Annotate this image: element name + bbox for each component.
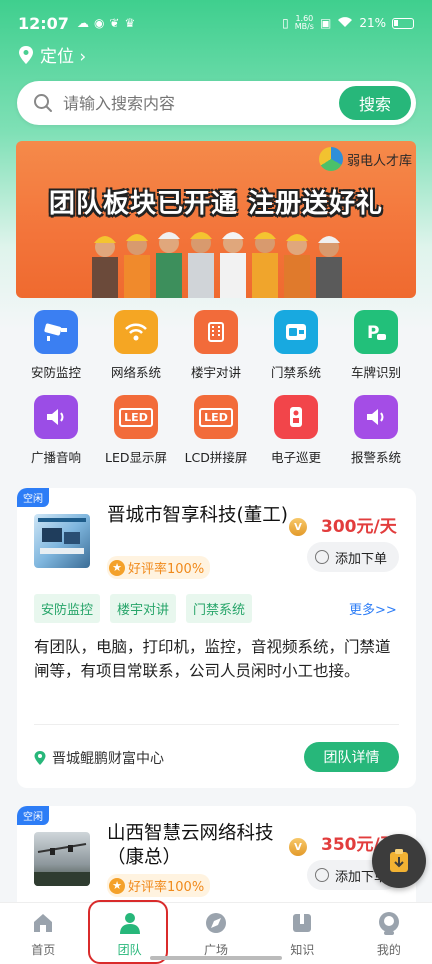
team-thumbnail bbox=[34, 832, 90, 886]
idle-status-tag: 空闲 bbox=[17, 488, 49, 507]
banner-brand: 弱电人才库 bbox=[318, 147, 412, 171]
card-reader-icon bbox=[274, 310, 318, 354]
skill-tag: 门禁系统 bbox=[186, 594, 253, 623]
skill-tags: 安防监控 楼宇对讲 门禁系统 bbox=[34, 594, 253, 623]
floating-clipboard-button[interactable] bbox=[372, 834, 426, 888]
book-icon bbox=[293, 914, 312, 932]
banner-brand-name: 弱电人才库 bbox=[346, 153, 412, 169]
category-access-control[interactable]: 门禁系统 bbox=[256, 310, 336, 381]
radio-icon bbox=[315, 550, 329, 564]
brand-logo-icon bbox=[318, 147, 343, 171]
parking-icon: P bbox=[354, 310, 398, 354]
patrol-device-icon bbox=[274, 395, 318, 439]
search-input[interactable] bbox=[63, 93, 339, 113]
add-order-button[interactable]: 添加下单 bbox=[307, 542, 399, 572]
battery-icon bbox=[392, 17, 414, 29]
search-button[interactable]: 搜索 bbox=[339, 86, 411, 120]
category-lcd-splicing[interactable]: LED LCD拼接屏 bbox=[176, 395, 256, 466]
tab-home[interactable]: 首页 bbox=[0, 903, 86, 964]
thumbs-up-icon: ★ bbox=[109, 877, 125, 894]
profile-icon bbox=[378, 912, 399, 935]
home-icon bbox=[34, 914, 53, 932]
wifi-signal-icon bbox=[337, 16, 353, 31]
clipboard-icon bbox=[390, 849, 408, 872]
category-broadcast-audio[interactable]: 广播音响 bbox=[16, 395, 96, 466]
team-thumbnail bbox=[34, 514, 90, 568]
leaf-icon: ❦ bbox=[109, 16, 120, 30]
speaker-icon bbox=[34, 395, 78, 439]
led-icon: LED bbox=[194, 395, 238, 439]
led-icon: LED bbox=[114, 395, 158, 439]
divider bbox=[34, 724, 399, 725]
rating-badge: ★ 好评率100% bbox=[107, 556, 211, 579]
highlight-annotation-box bbox=[88, 900, 168, 964]
category-building-intercom[interactable]: 楼宇对讲 bbox=[176, 310, 256, 381]
weibo-icon: ◉ bbox=[93, 16, 105, 30]
sim-icon: ▣ bbox=[319, 16, 332, 30]
category-led-display[interactable]: LED LED显示屏 bbox=[96, 395, 176, 466]
battery-percent: 21% bbox=[359, 16, 386, 30]
skill-tag: 楼宇对讲 bbox=[110, 594, 177, 623]
vip-icon: V bbox=[289, 838, 307, 856]
svg-text:P: P bbox=[367, 323, 379, 343]
team-card[interactable]: 空闲 晋城市智享科技(董工) ★ 好评率100% V 300元/天 添加下单 安… bbox=[17, 488, 416, 788]
vip-icon: V bbox=[289, 518, 307, 536]
company-name: 晋城市智享科技(董工) bbox=[107, 505, 288, 526]
workers-illustration bbox=[92, 232, 342, 298]
bottom-tab-bar: 首页 团队 广场 知识 我的 bbox=[0, 902, 432, 964]
network-speed: 1.60 MB/s bbox=[294, 14, 314, 31]
tab-profile[interactable]: 我的 bbox=[346, 903, 432, 964]
promo-banner[interactable]: 弱电人才库 团队板块已开通 注册送好礼 bbox=[16, 141, 416, 298]
skill-tag: 安防监控 bbox=[34, 594, 101, 623]
category-security-monitoring[interactable]: 安防监控 bbox=[16, 310, 96, 381]
location-pin-icon bbox=[19, 45, 33, 64]
camera-icon bbox=[34, 310, 78, 354]
team-detail-button[interactable]: 团队详情 bbox=[304, 742, 399, 772]
idle-status-tag: 空闲 bbox=[17, 806, 49, 825]
category-network-system[interactable]: 网络系统 bbox=[96, 310, 176, 381]
location-selector[interactable]: 定位 › bbox=[18, 42, 86, 67]
compass-icon bbox=[206, 913, 227, 933]
search-bar: 搜索 bbox=[17, 81, 416, 125]
crown-icon: ♛ bbox=[124, 16, 136, 30]
category-grid: 安防监控 网络系统 楼宇对讲 门禁系统 P 车牌识别 广播音响 LED LED显 bbox=[16, 310, 416, 466]
cloud-icon: ☁ bbox=[76, 16, 89, 30]
tab-plaza[interactable]: 广场 bbox=[173, 903, 259, 964]
wifi-icon bbox=[114, 310, 158, 354]
price: 300元/天 bbox=[321, 517, 397, 537]
home-indicator bbox=[150, 956, 282, 960]
status-bar: 12:07 ☁ ◉ ❦ ♛ ▯ 1.60 MB/s ▣ 21% bbox=[0, 0, 432, 46]
radio-icon bbox=[315, 868, 329, 882]
location-pin-icon bbox=[34, 751, 46, 765]
alarm-speaker-icon bbox=[354, 395, 398, 439]
search-icon bbox=[34, 94, 52, 112]
system-status-icons: ▯ 1.60 MB/s ▣ 21% bbox=[282, 15, 414, 31]
rating-badge: ★ 好评率100% bbox=[107, 874, 211, 897]
status-time: 12:07 bbox=[18, 13, 69, 33]
category-alarm-system[interactable]: 报警系统 bbox=[336, 395, 416, 466]
tab-knowledge[interactable]: 知识 bbox=[259, 903, 345, 964]
thumbs-up-icon: ★ bbox=[109, 559, 125, 576]
location-label: 定位 › bbox=[40, 47, 87, 67]
company-name: 山西智慧云网络科技（康总） bbox=[107, 823, 274, 868]
notification-icons: ☁ ◉ ❦ ♛ bbox=[77, 16, 135, 30]
vibrate-icon: ▯ bbox=[282, 16, 289, 30]
category-electronic-patrol[interactable]: 电子巡更 bbox=[256, 395, 336, 466]
banner-title: 团队板块已开通 注册送好礼 bbox=[48, 189, 384, 219]
more-link[interactable]: 更多>> bbox=[349, 599, 397, 618]
category-plate-recognition[interactable]: P 车牌识别 bbox=[336, 310, 416, 381]
team-description: 有团队，电脑，打印机，监控，音视频系统，门禁道闸等，有项目常联系，公司人员闲时小… bbox=[34, 638, 391, 680]
team-address: 晋城鲲鹏财富中心 bbox=[34, 748, 164, 768]
building-icon bbox=[194, 310, 238, 354]
